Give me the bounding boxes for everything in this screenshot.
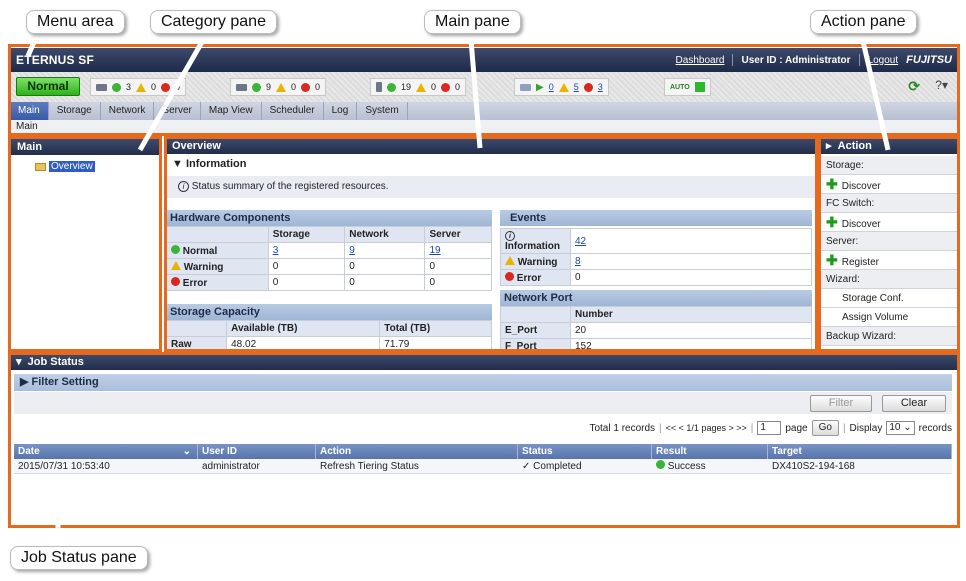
callout-category-pane: Category pane xyxy=(150,10,277,34)
callout-action-pane: Action pane xyxy=(810,10,917,34)
callout-main-pane: Main pane xyxy=(424,10,521,34)
callout-menu-area: Menu area xyxy=(26,10,125,34)
callout-leaders xyxy=(25,26,891,548)
callout-job-status-pane: Job Status pane xyxy=(10,546,148,570)
